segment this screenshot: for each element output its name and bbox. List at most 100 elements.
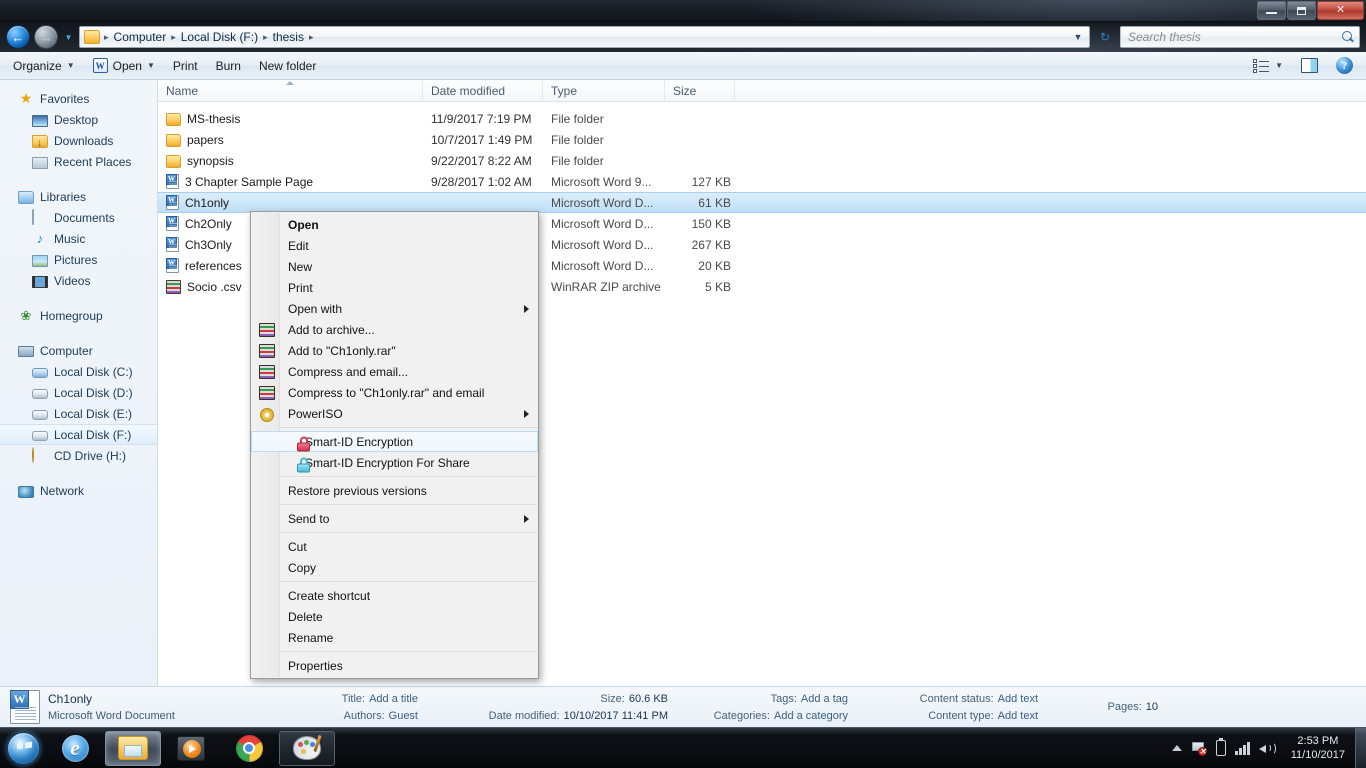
organize-button[interactable]: Organize ▼ [4, 55, 84, 77]
taskbar-button-internet-explorer[interactable] [47, 731, 103, 766]
details-title-value[interactable]: Add a title [369, 693, 418, 705]
context-menu-item-cut[interactable]: Cut [251, 536, 538, 557]
folder-icon [166, 154, 181, 168]
sidebar-item-local-disk-d[interactable]: Local Disk (D:) [0, 382, 157, 403]
search-input[interactable] [1128, 30, 1341, 44]
sidebar-item-documents[interactable]: Documents [0, 207, 157, 228]
sidebar-item-downloads[interactable]: Downloads [0, 130, 157, 151]
maximize-button[interactable] [1287, 1, 1316, 20]
context-menu-item-open[interactable]: Open [251, 214, 538, 235]
action-center-icon[interactable]: ✕ [1191, 741, 1208, 756]
column-headers: Name Date modified Type Size [158, 79, 1366, 102]
column-header-type[interactable]: Type [543, 79, 665, 102]
breadcrumb-separator[interactable]: ▸ [307, 32, 316, 43]
breadcrumb-separator[interactable]: ▸ [169, 32, 178, 43]
details-tags-value[interactable]: Add a tag [801, 693, 848, 705]
context-menu-item-compress-and-email[interactable]: Compress and email... [251, 361, 538, 382]
taskbar-button-windows-explorer[interactable] [105, 730, 161, 766]
menu-label: Smart-ID Encryption [305, 434, 414, 449]
sidebar-item-network[interactable]: Network [0, 480, 157, 501]
print-button[interactable]: Print [164, 55, 207, 77]
search-box[interactable] [1120, 26, 1360, 48]
sidebar-item-music[interactable]: ♪ Music [0, 228, 157, 249]
show-desktop-button[interactable] [1355, 727, 1366, 768]
address-history-dropdown[interactable]: ▼ [1069, 27, 1087, 47]
column-header-date-modified[interactable]: Date modified [423, 79, 543, 102]
context-menu-item-compress-to-rar-and-email[interactable]: Compress to "Ch1only.rar" and email [251, 382, 538, 403]
address-bar[interactable]: ▸ Computer ▸ Local Disk (F:) ▸ thesis ▸ … [79, 26, 1090, 48]
sidebar-item-homegroup[interactable]: ❀ Homegroup [0, 305, 157, 326]
show-hidden-icons-button[interactable] [1172, 745, 1183, 751]
table-row[interactable]: MS-thesis 11/9/2017 7:19 PM File folder [158, 108, 1366, 129]
windows-explorer-icon [118, 736, 148, 760]
sidebar-item-pictures[interactable]: Pictures [0, 249, 157, 270]
context-menu-item-open-with[interactable]: Open with [251, 298, 538, 319]
burn-button[interactable]: Burn [207, 55, 250, 77]
context-menu-item-create-shortcut[interactable]: Create shortcut [251, 585, 538, 606]
breadcrumb-thesis[interactable]: thesis [270, 28, 307, 46]
taskbar-button-media-player[interactable] [163, 731, 219, 766]
change-view-button[interactable]: ▼ [1244, 55, 1292, 77]
minimize-button[interactable] [1257, 1, 1286, 20]
clock[interactable]: 2:53 PM 11/10/2017 [1285, 734, 1351, 762]
table-row[interactable]: synopsis 9/22/2017 8:22 AM File folder [158, 150, 1366, 171]
context-menu-item-rename[interactable]: Rename [251, 627, 538, 648]
details-content-type-value[interactable]: Add text [998, 710, 1038, 722]
file-size-cell: 150 KB [691, 216, 731, 231]
column-header-name[interactable]: Name [158, 79, 423, 102]
sidebar-item-local-disk-f[interactable]: Local Disk (F:) [0, 424, 157, 445]
sidebar-item-favorites[interactable]: ★ Favorites [0, 88, 157, 109]
sidebar-item-libraries[interactable]: Libraries [0, 186, 157, 207]
sidebar-item-local-disk-e[interactable]: Local Disk (E:) [0, 403, 157, 424]
context-menu-item-restore-previous-versions[interactable]: Restore previous versions [251, 480, 538, 501]
taskbar-button-google-chrome[interactable] [221, 731, 277, 766]
recent-pages-button[interactable]: ▼ [62, 26, 75, 48]
context-menu-item-print[interactable]: Print [251, 277, 538, 298]
details-authors-value[interactable]: Guest [389, 710, 418, 722]
breadcrumb-separator[interactable]: ▸ [102, 32, 111, 43]
context-menu-item-smart-id-encryption[interactable]: Smart-ID Encryption [251, 431, 538, 452]
context-menu-item-new[interactable]: New [251, 256, 538, 277]
sidebar-item-cd-drive-h[interactable]: CD Drive (H:) [0, 445, 157, 466]
context-menu-item-add-to-rar[interactable]: Add to "Ch1only.rar" [251, 340, 538, 361]
refresh-button[interactable]: ↻ [1096, 27, 1114, 47]
sidebar-item-local-disk-c[interactable]: Local Disk (C:) [0, 361, 157, 382]
preview-pane-button[interactable] [1292, 55, 1327, 77]
details-content-status-value[interactable]: Add text [998, 693, 1038, 705]
battery-icon[interactable] [1216, 737, 1227, 756]
sidebar-item-desktop[interactable]: Desktop [0, 109, 157, 130]
start-button[interactable] [0, 729, 46, 768]
table-row[interactable]: 3 Chapter Sample Page 9/28/2017 1:02 AM … [158, 171, 1366, 192]
taskbar-button-paint[interactable] [279, 730, 335, 766]
context-menu-item-edit[interactable]: Edit [251, 235, 538, 256]
sidebar-label: Pictures [54, 252, 98, 267]
open-button[interactable]: W Open ▼ [84, 55, 164, 77]
details-title-row: Title: Add a title [342, 692, 418, 706]
sidebar-item-videos[interactable]: Videos [0, 270, 157, 291]
new-folder-button[interactable]: New folder [250, 55, 325, 77]
context-menu-item-add-to-archive[interactable]: Add to archive... [251, 319, 538, 340]
context-menu-item-send-to[interactable]: Send to [251, 508, 538, 529]
context-menu-item-properties[interactable]: Properties [251, 655, 538, 676]
forward-button[interactable]: → [34, 25, 58, 49]
table-row[interactable]: Ch1only Microsoft Word D... 61 KB [158, 192, 1366, 213]
help-button[interactable]: ? [1327, 55, 1362, 77]
back-button[interactable]: ← [6, 25, 30, 49]
command-toolbar: Organize ▼ W Open ▼ Print Burn New folde… [0, 52, 1366, 80]
sidebar-item-computer[interactable]: Computer [0, 340, 157, 361]
details-tags-label: Tags: [770, 692, 797, 705]
context-menu-item-smart-id-encryption-for-share[interactable]: Smart-ID Encryption For Share [251, 452, 538, 473]
column-header-size[interactable]: Size [665, 79, 735, 102]
table-row[interactable]: papers 10/7/2017 1:49 PM File folder [158, 129, 1366, 150]
sidebar-item-recent-places[interactable]: Recent Places [0, 151, 157, 172]
context-menu-item-poweriso[interactable]: PowerISO [251, 403, 538, 424]
context-menu-item-copy[interactable]: Copy [251, 557, 538, 578]
network-signal-icon[interactable] [1235, 741, 1250, 755]
context-menu-item-delete[interactable]: Delete [251, 606, 538, 627]
volume-icon[interactable] [1258, 741, 1276, 756]
breadcrumb-separator[interactable]: ▸ [261, 32, 270, 43]
breadcrumb-computer[interactable]: Computer [111, 28, 170, 46]
close-button[interactable]: ✕ [1317, 1, 1364, 20]
breadcrumb-local-disk-f[interactable]: Local Disk (F:) [178, 28, 261, 46]
details-categories-value[interactable]: Add a category [774, 710, 848, 722]
